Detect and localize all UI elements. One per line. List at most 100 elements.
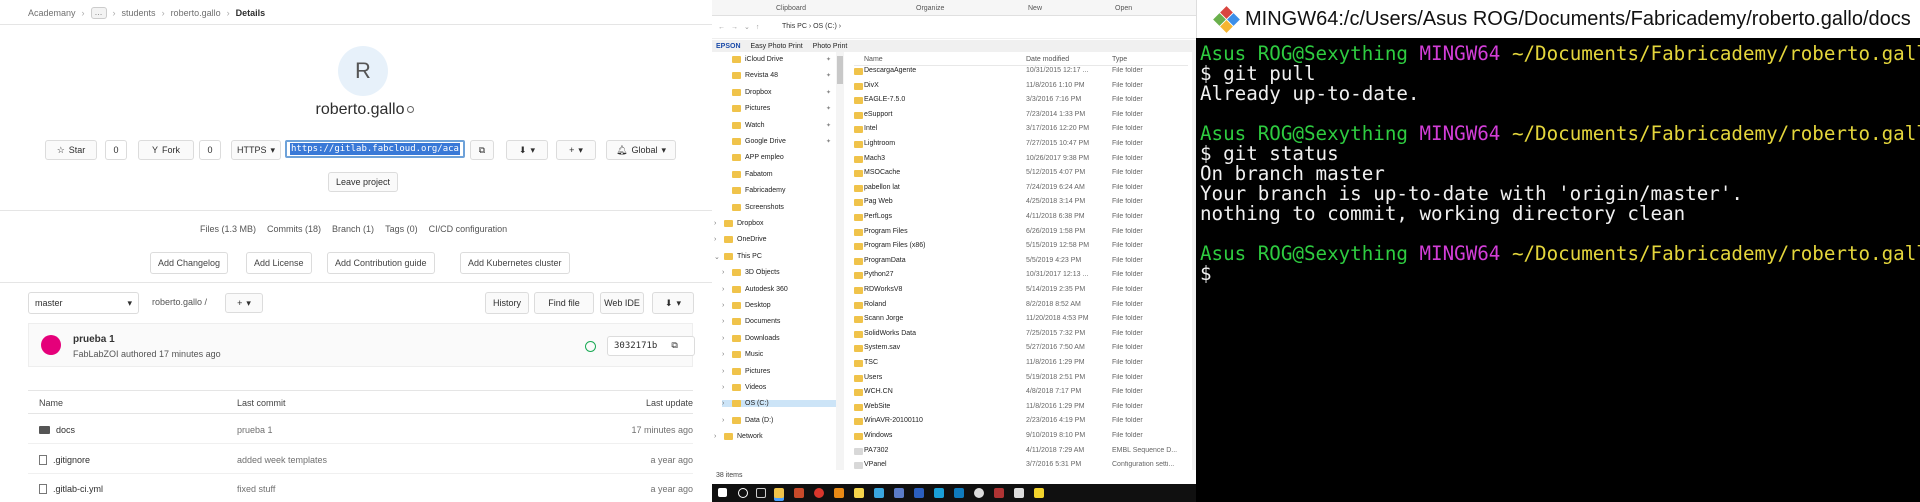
nav-item[interactable]: Dropbox — [722, 88, 771, 96]
file-row[interactable]: EAGLE-7.5.0 3/3/2016 7:16 PM File folder — [854, 93, 1188, 107]
file-row[interactable]: Windows 9/10/2019 8:10 PM File folder — [854, 429, 1188, 443]
expand-chevron-icon[interactable]: ⌄ — [714, 253, 720, 261]
file-name[interactable]: docs — [56, 425, 75, 435]
new-dropdown[interactable]: + ▾ — [556, 140, 596, 160]
app-icon[interactable] — [854, 488, 864, 498]
download-dropdown[interactable]: ⬇ ▾ — [652, 292, 694, 314]
chrome-icon[interactable] — [974, 488, 984, 498]
nav-item[interactable]: Screenshots — [722, 203, 784, 211]
repo-path[interactable]: roberto.gallo / — [152, 297, 207, 307]
expand-chevron-icon[interactable]: › — [722, 400, 728, 407]
nav-item[interactable]: ⌄ This PC — [714, 253, 762, 261]
expand-chevron-icon[interactable]: › — [722, 286, 728, 293]
expand-chevron-icon[interactable]: › — [722, 351, 728, 358]
nav-item[interactable]: › Data (D:) — [722, 416, 773, 424]
nav-item[interactable]: › Dropbox — [714, 220, 763, 227]
notification-dropdown[interactable]: 🔔︎ Global ▾ — [606, 140, 676, 160]
commit-title[interactable]: prueba 1 — [73, 334, 115, 345]
command-prompt[interactable]: $ — [1200, 264, 1920, 284]
pin-icon[interactable]: ✦ — [826, 105, 831, 112]
address-path[interactable]: This PC › OS (C:) › — [782, 23, 841, 30]
author-avatar[interactable] — [41, 335, 61, 355]
file-row[interactable]: ProgramData 5/5/2019 4:23 PM File folder — [854, 254, 1188, 268]
app-icon[interactable] — [794, 488, 804, 498]
breadcrumb-students[interactable]: students — [122, 8, 156, 18]
table-row[interactable]: .gitignore added week templates a year a… — [28, 446, 693, 474]
expand-chevron-icon[interactable]: › — [722, 417, 728, 424]
nav-item[interactable]: Google Drive — [722, 138, 786, 145]
file-commit[interactable]: added week templates — [237, 455, 327, 465]
nav-item[interactable]: APP empleo — [722, 154, 784, 162]
nav-item[interactable]: › Music — [722, 351, 763, 359]
app-icon[interactable] — [1014, 488, 1024, 498]
breadcrumb-academany[interactable]: Academany — [28, 8, 76, 18]
easy-photo-print-button[interactable]: Easy Photo Print — [751, 43, 803, 50]
app-icon[interactable] — [874, 488, 884, 498]
ribbon-clipboard[interactable]: Clipboard — [776, 5, 806, 12]
nav-item[interactable]: › OneDrive — [714, 236, 767, 244]
nav-scrollbar[interactable] — [836, 52, 844, 470]
history-button[interactable]: History — [485, 292, 529, 314]
file-row[interactable]: WinAVR-20100110 2/23/2016 4:19 PM File fol… — [854, 414, 1188, 428]
fork-button[interactable]: Y Fork — [138, 140, 194, 160]
nav-item[interactable]: › Pictures — [722, 367, 770, 375]
file-row[interactable]: SolidWorks Data 7/25/2015 7:32 PM File fol… — [854, 327, 1188, 341]
branch-select[interactable]: master ▾ — [28, 292, 139, 314]
file-row[interactable]: MSOCache 5/12/2015 4:07 PM File folder — [854, 166, 1188, 180]
pipeline-passed-icon[interactable] — [585, 341, 596, 352]
file-row[interactable]: TSC 11/8/2016 1:29 PM File folder — [854, 356, 1188, 370]
nav-item[interactable]: Revista 48 — [722, 72, 778, 80]
app-icon[interactable] — [834, 488, 844, 498]
file-row[interactable]: Lightroom 7/27/2015 10:47 PM File folder — [854, 137, 1188, 151]
clone-url-input[interactable]: https://gitlab.fabcloud.org/aca — [285, 140, 465, 158]
expand-chevron-icon[interactable]: › — [714, 220, 720, 227]
expand-chevron-icon[interactable]: › — [722, 335, 728, 342]
file-row[interactable]: Program Files (x86) 5/15/2019 12:58 PM Fil… — [854, 239, 1188, 253]
nav-item[interactable]: › Network — [714, 433, 763, 441]
terminal-window[interactable]: MINGW64:/c/Users/Asus ROG/Documents/Fabr… — [1196, 0, 1920, 502]
col-date[interactable]: Date modified — [1026, 56, 1069, 63]
file-row[interactable]: PerfLogs 4/11/2018 6:38 PM File folder — [854, 210, 1188, 224]
file-row[interactable]: DescargaAgente 10/31/2015 12:17 ... File f… — [854, 64, 1188, 78]
nav-item[interactable]: › Documents — [722, 318, 780, 326]
web-ide-button[interactable]: Web IDE — [600, 292, 644, 314]
col-name[interactable]: Name — [864, 56, 883, 63]
expand-chevron-icon[interactable]: › — [722, 318, 728, 325]
col-type[interactable]: Type — [1112, 56, 1127, 63]
app-icon[interactable] — [894, 488, 904, 498]
file-row[interactable]: WebSite 11/8/2016 1:29 PM File folder — [854, 400, 1188, 414]
ribbon-new[interactable]: New — [1028, 5, 1042, 12]
expand-chevron-icon[interactable]: › — [722, 368, 728, 375]
windows-start-icon[interactable] — [718, 488, 727, 497]
expand-chevron-icon[interactable]: › — [714, 433, 720, 440]
pin-icon[interactable]: ✦ — [826, 89, 831, 96]
nav-item[interactable]: Fabatom — [722, 170, 773, 178]
pin-icon[interactable]: ✦ — [826, 122, 831, 129]
explorer-taskbar-icon[interactable] — [774, 488, 784, 498]
file-row[interactable]: Program Files 6/26/2019 1:58 PM File folde… — [854, 225, 1188, 239]
nav-item[interactable]: › 3D Objects — [722, 269, 780, 277]
app-icon[interactable] — [1034, 488, 1044, 498]
expand-chevron-icon[interactable]: › — [722, 302, 728, 309]
terminal-titlebar[interactable]: MINGW64:/c/Users/Asus ROG/Documents/Fabr… — [1196, 0, 1920, 38]
task-view-icon[interactable] — [756, 488, 766, 498]
file-row[interactable]: PA7302 4/11/2018 7:29 AM EMBL Sequence D..… — [854, 444, 1188, 458]
add-changelog-button[interactable]: Add Changelog — [150, 252, 229, 274]
file-row[interactable]: VPanel 3/7/2016 5:31 PM Configuration sett… — [854, 458, 1188, 472]
table-row[interactable]: docs prueba 1 17 minutes ago — [28, 416, 693, 444]
file-name[interactable]: .gitlab-ci.yml — [53, 484, 103, 494]
pin-icon[interactable]: ✦ — [826, 138, 831, 145]
search-icon[interactable] — [738, 488, 748, 498]
star-button[interactable]: ☆ Star — [45, 140, 97, 160]
add-kubernetes-button[interactable]: Add Kubernetes cluster — [460, 252, 570, 274]
expand-chevron-icon[interactable]: › — [722, 384, 728, 391]
nav-item[interactable]: Watch — [722, 121, 765, 129]
file-row[interactable]: Scann Jorge 11/20/2018 4:53 PM File folder — [854, 312, 1188, 326]
pin-icon[interactable]: ✦ — [826, 72, 831, 79]
file-row[interactable]: DivX 11/8/2016 1:10 PM File folder — [854, 79, 1188, 93]
add-contribution-button[interactable]: Add Contribution guide — [327, 252, 435, 274]
nav-item[interactable]: › OS (C:) — [722, 400, 840, 408]
commit-sha[interactable]: 3032171b ⧉ — [607, 336, 695, 356]
cicd-stat[interactable]: CI/CD configuration — [429, 224, 508, 234]
file-commit[interactable]: prueba 1 — [237, 425, 273, 435]
